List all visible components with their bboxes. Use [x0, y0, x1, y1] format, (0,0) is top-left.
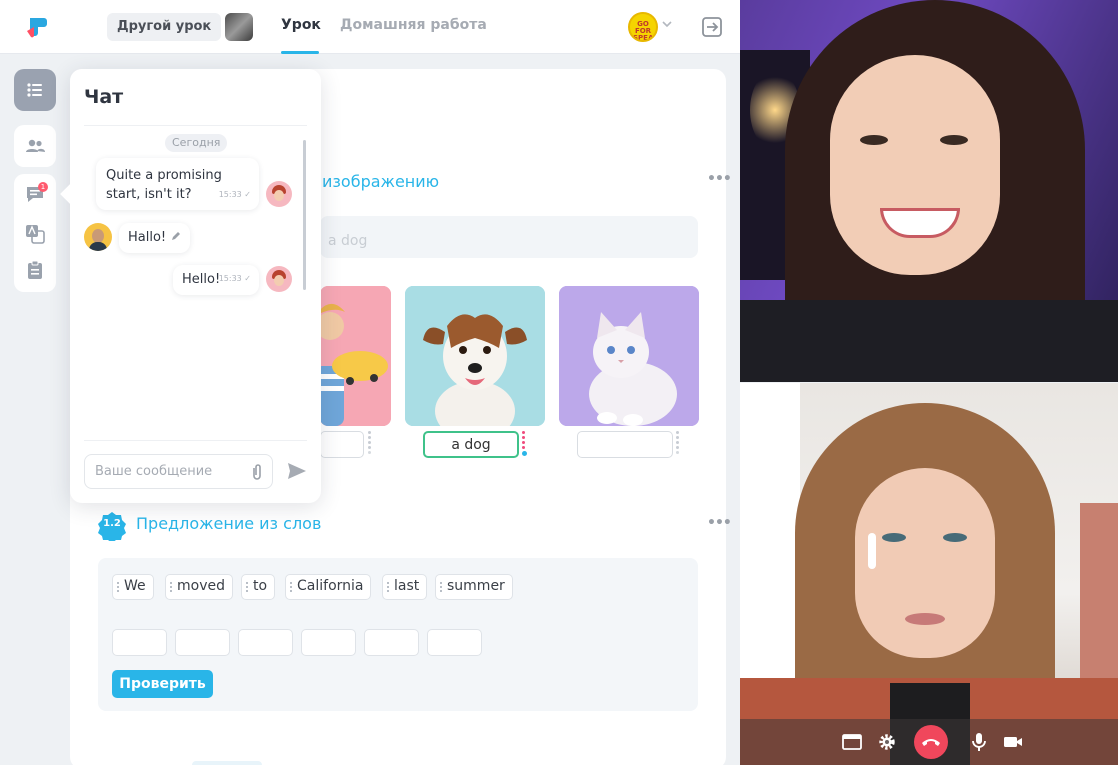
word-chip[interactable]: last — [382, 574, 428, 600]
message-time-value: 15:33 — [218, 274, 242, 283]
chat-pointer — [60, 184, 80, 204]
tools-rail: 1 — [14, 174, 56, 292]
video-tile-student — [740, 383, 1118, 765]
people-icon — [26, 139, 45, 152]
eye — [882, 533, 906, 542]
shirt — [740, 300, 1118, 382]
drag-handle[interactable] — [522, 431, 527, 458]
list-icon — [27, 83, 42, 97]
task-number: 1.2 — [103, 518, 121, 529]
chat-unread-badge: 1 — [38, 182, 48, 192]
microphone-icon[interactable] — [968, 731, 990, 753]
top-bar: Другой урок Урок Домашняя работа GO FOR … — [0, 0, 740, 54]
user-avatar[interactable]: GO FOR SPEAK — [628, 12, 658, 42]
section-title-image: изображению — [322, 172, 440, 191]
send-icon[interactable] — [286, 461, 308, 481]
answer-input-3[interactable] — [577, 431, 673, 458]
lesson-app: Другой урок Урок Домашняя работа GO FOR … — [0, 0, 740, 765]
word-slot[interactable] — [238, 629, 293, 656]
hangup-button[interactable] — [914, 725, 948, 759]
message-input[interactable] — [84, 454, 273, 489]
word-slot[interactable] — [112, 629, 167, 656]
paperclip-icon[interactable] — [248, 462, 266, 482]
drag-handle[interactable] — [368, 431, 372, 456]
word-text: We — [124, 578, 146, 594]
settings-icon[interactable] — [876, 731, 898, 753]
word-chip[interactable]: summer — [435, 574, 513, 600]
tab-lesson[interactable]: Урок — [281, 17, 321, 33]
word-slot[interactable] — [175, 629, 230, 656]
lips — [905, 613, 945, 625]
picture-dog — [405, 286, 545, 426]
exit-icon[interactable] — [700, 15, 724, 39]
participants-button[interactable] — [14, 125, 56, 167]
word-slot[interactable] — [301, 629, 356, 656]
hangup-icon — [922, 739, 940, 746]
eye — [940, 135, 968, 145]
date-label: Сегодня — [165, 134, 228, 152]
translate-icon[interactable] — [24, 223, 46, 245]
avatar — [266, 266, 292, 292]
word-chip[interactable]: We — [112, 574, 154, 600]
lesson-thumbnail[interactable] — [225, 13, 253, 41]
drag-handle[interactable] — [676, 431, 680, 456]
message-time: 15:33 ✓ — [218, 190, 251, 199]
avatar-text: GO FOR SPEAK — [633, 20, 658, 42]
section-title-sentence: Предложение из слов — [136, 514, 322, 533]
word-chip[interactable]: moved — [165, 574, 233, 600]
word-text: summer — [447, 578, 505, 594]
message-text: Hallo! — [128, 230, 167, 245]
word-text: California — [297, 578, 364, 594]
message-text: Hello! — [182, 272, 221, 287]
chat-panel: Чат Сегодня Quite a promising start, isn… — [60, 69, 321, 503]
divider — [84, 440, 307, 441]
earbud — [868, 533, 876, 569]
word-text: moved — [177, 578, 225, 594]
next-section-preview — [192, 761, 262, 765]
camera-icon[interactable] — [1002, 731, 1024, 753]
eye — [860, 135, 888, 145]
face — [855, 468, 995, 658]
lesson-outline-button[interactable] — [14, 69, 56, 111]
answer-input-2[interactable]: a dog — [423, 431, 519, 458]
avatar — [84, 223, 112, 251]
logo-icon[interactable] — [24, 14, 50, 40]
face — [830, 55, 1000, 275]
word-slot[interactable] — [364, 629, 419, 656]
clipboard-icon[interactable] — [24, 259, 46, 281]
message-time: 15:33 ✓ — [218, 274, 251, 283]
answer-bank — [320, 216, 698, 258]
chat-message-incoming: Hello! 15:33 ✓ — [173, 265, 259, 295]
chat-title: Чат — [84, 86, 124, 108]
message-time-value: 15:33 — [218, 190, 242, 199]
message-text: Quite a promising start, isn't it? — [106, 168, 222, 202]
eye — [943, 533, 967, 542]
pencil-icon[interactable] — [170, 231, 181, 242]
word-text: last — [394, 578, 420, 594]
check-button[interactable]: Проверить — [112, 670, 213, 698]
chevron-down-icon[interactable] — [662, 19, 672, 29]
call-controls — [740, 719, 1118, 765]
chat-message-outgoing: Hallo! — [119, 223, 191, 253]
tab-homework[interactable]: Домашняя работа — [340, 17, 487, 33]
section-menu-icon[interactable]: ••• — [707, 515, 732, 531]
chat-message-incoming: Quite a promising start, isn't it? 15:33… — [96, 158, 259, 210]
active-tab-indicator — [281, 51, 319, 54]
video-tile-teacher — [740, 0, 1118, 382]
chat-scrollbar[interactable] — [303, 140, 306, 290]
word-slot[interactable] — [427, 629, 482, 656]
screen-share-icon[interactable] — [841, 731, 863, 753]
section-menu-icon[interactable]: ••• — [707, 171, 732, 187]
avatar — [266, 181, 292, 207]
other-lesson-button[interactable]: Другой урок — [107, 13, 222, 41]
word-text: to — [253, 578, 268, 594]
answer-bank-chip[interactable]: a dog — [328, 233, 367, 249]
picture-cat — [559, 286, 699, 426]
answer-input-1[interactable] — [320, 431, 364, 458]
word-chip[interactable]: to — [241, 574, 276, 600]
word-chip[interactable]: California — [285, 574, 372, 600]
picture-child-skateboard — [320, 286, 391, 426]
divider — [84, 125, 307, 126]
